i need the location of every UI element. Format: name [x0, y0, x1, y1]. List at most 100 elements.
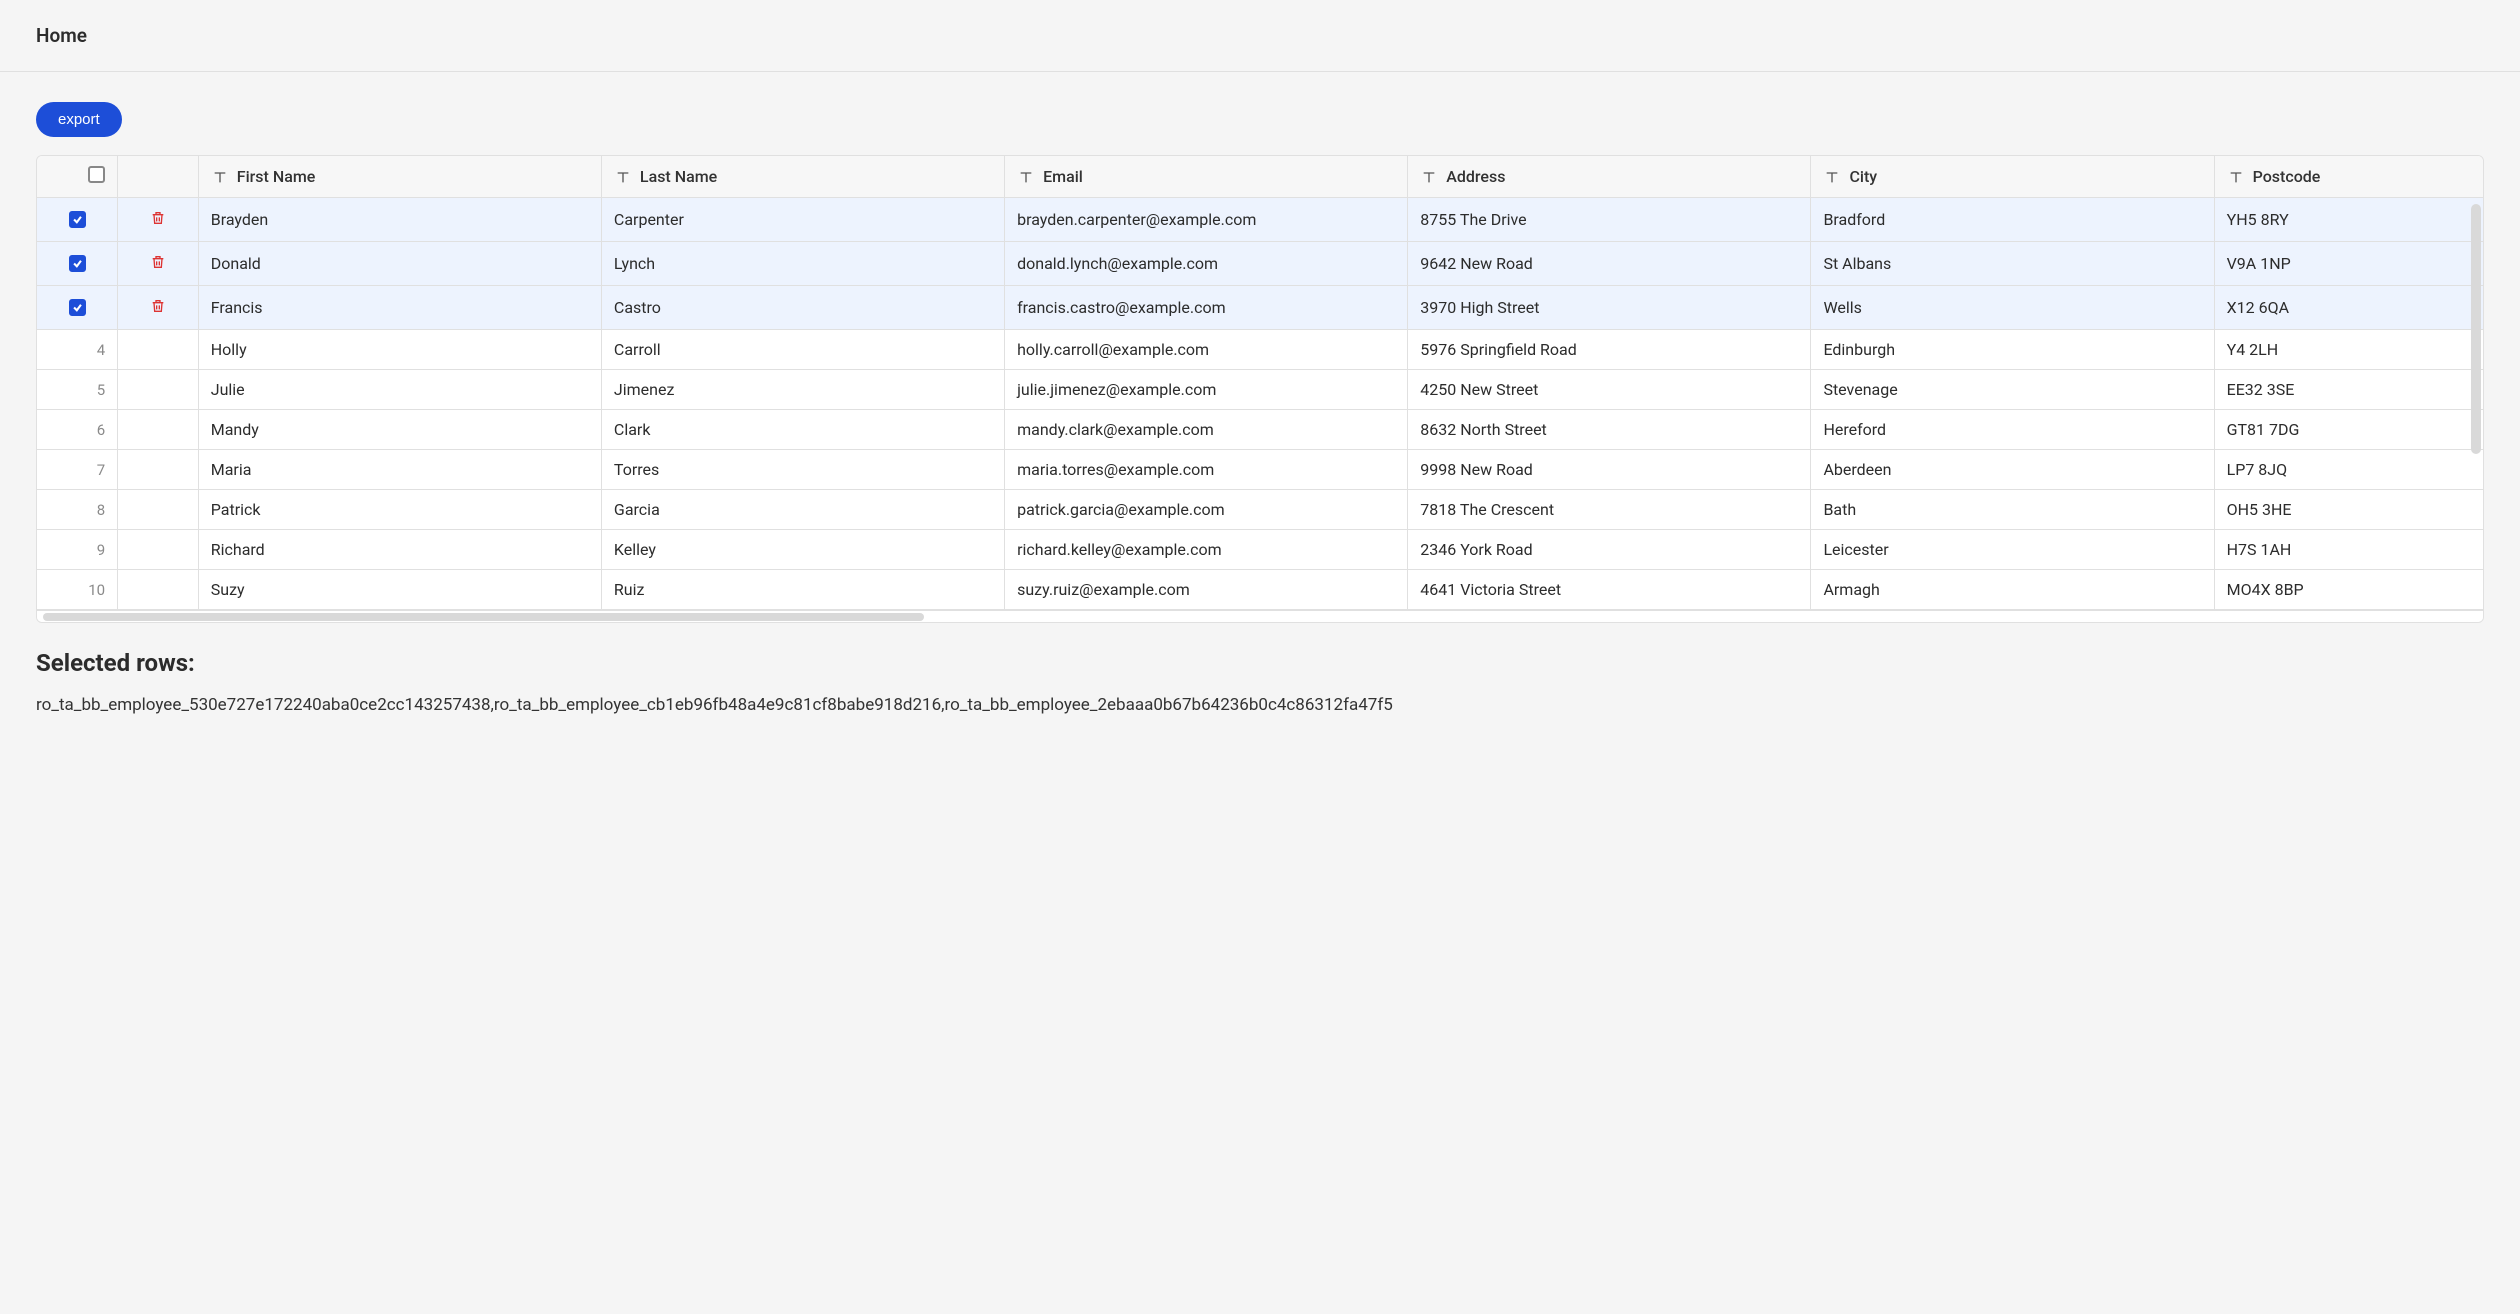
- cell-postcode[interactable]: V9A 1NP: [2214, 242, 2483, 286]
- cell-address[interactable]: 8632 North Street: [1408, 410, 1811, 450]
- column-header-email[interactable]: Email: [1005, 156, 1408, 198]
- cell-last-name[interactable]: Jimenez: [601, 370, 1004, 410]
- table-row[interactable]: 7 MariaTorresmaria.torres@example.com9998…: [37, 450, 2483, 490]
- cell-city[interactable]: Armagh: [1811, 570, 2214, 610]
- cell-first-name[interactable]: Holly: [198, 330, 601, 370]
- column-header-city[interactable]: City: [1811, 156, 2214, 198]
- cell-postcode[interactable]: GT81 7DG: [2214, 410, 2483, 450]
- cell-address[interactable]: 7818 The Crescent: [1408, 490, 1811, 530]
- export-button[interactable]: export: [36, 102, 122, 137]
- table-row[interactable]: FrancisCastrofrancis.castro@example.com3…: [37, 286, 2483, 330]
- cell-postcode[interactable]: LP7 8JQ: [2214, 450, 2483, 490]
- row-actions-cell: [118, 198, 199, 242]
- row-index-cell: 6: [37, 410, 118, 450]
- cell-address[interactable]: 3970 High Street: [1408, 286, 1811, 330]
- cell-address[interactable]: 2346 York Road: [1408, 530, 1811, 570]
- column-header-postcode[interactable]: Postcode: [2214, 156, 2483, 198]
- row-checkbox[interactable]: [69, 211, 86, 228]
- cell-email[interactable]: holly.carroll@example.com: [1005, 330, 1408, 370]
- cell-email[interactable]: suzy.ruiz@example.com: [1005, 570, 1408, 610]
- cell-city[interactable]: Aberdeen: [1811, 450, 2214, 490]
- column-header-address[interactable]: Address: [1408, 156, 1811, 198]
- cell-address[interactable]: 4250 New Street: [1408, 370, 1811, 410]
- cell-first-name[interactable]: Mandy: [198, 410, 601, 450]
- cell-email[interactable]: patrick.garcia@example.com: [1005, 490, 1408, 530]
- cell-first-name[interactable]: Brayden: [198, 198, 601, 242]
- cell-postcode[interactable]: YH5 8RY: [2214, 198, 2483, 242]
- cell-postcode[interactable]: MO4X 8BP: [2214, 570, 2483, 610]
- cell-last-name[interactable]: Lynch: [601, 242, 1004, 286]
- cell-postcode[interactable]: OH5 3HE: [2214, 490, 2483, 530]
- cell-last-name[interactable]: Kelley: [601, 530, 1004, 570]
- cell-first-name[interactable]: Francis: [198, 286, 601, 330]
- cell-postcode[interactable]: EE32 3SE: [2214, 370, 2483, 410]
- row-checkbox[interactable]: [69, 299, 86, 316]
- cell-city[interactable]: Edinburgh: [1811, 330, 2214, 370]
- cell-first-name[interactable]: Suzy: [198, 570, 601, 610]
- cell-email[interactable]: brayden.carpenter@example.com: [1005, 198, 1408, 242]
- delete-row-button[interactable]: [148, 296, 168, 316]
- delete-row-button[interactable]: [148, 252, 168, 272]
- cell-last-name[interactable]: Clark: [601, 410, 1004, 450]
- cell-first-name[interactable]: Donald: [198, 242, 601, 286]
- row-index-cell: 8: [37, 490, 118, 530]
- cell-email[interactable]: maria.torres@example.com: [1005, 450, 1408, 490]
- horizontal-scrollbar[interactable]: [37, 610, 2483, 622]
- cell-address[interactable]: 5976 Springfield Road: [1408, 330, 1811, 370]
- cell-city[interactable]: Bradford: [1811, 198, 2214, 242]
- select-all-checkbox[interactable]: [88, 166, 105, 183]
- cell-email[interactable]: mandy.clark@example.com: [1005, 410, 1408, 450]
- table-row[interactable]: 10SuzyRuizsuzy.ruiz@example.com4641 Vict…: [37, 570, 2483, 610]
- cell-email[interactable]: francis.castro@example.com: [1005, 286, 1408, 330]
- cell-postcode[interactable]: H7S 1AH: [2214, 530, 2483, 570]
- cell-first-name[interactable]: Patrick: [198, 490, 601, 530]
- cell-last-name[interactable]: Carroll: [601, 330, 1004, 370]
- cell-last-name[interactable]: Garcia: [601, 490, 1004, 530]
- cell-address[interactable]: 4641 Victoria Street: [1408, 570, 1811, 610]
- cell-city[interactable]: Wells: [1811, 286, 2214, 330]
- column-header-first-name[interactable]: First Name: [198, 156, 601, 198]
- table-row[interactable]: 9 RichardKelleyrichard.kelley@example.com…: [37, 530, 2483, 570]
- cell-postcode[interactable]: Y4 2LH: [2214, 330, 2483, 370]
- cell-city[interactable]: Stevenage: [1811, 370, 2214, 410]
- table-row[interactable]: 5JulieJimenezjulie.jimenez@example.com42…: [37, 370, 2483, 410]
- cell-email[interactable]: julie.jimenez@example.com: [1005, 370, 1408, 410]
- horizontal-scrollbar-thumb[interactable]: [43, 613, 924, 621]
- cell-postcode[interactable]: X12 6QA: [2214, 286, 2483, 330]
- row-actions-cell: [118, 330, 199, 370]
- cell-city[interactable]: St Albans: [1811, 242, 2214, 286]
- column-label: Postcode: [2253, 167, 2321, 186]
- table-row[interactable]: 6 MandyClarkmandy.clark@example.com8632 N…: [37, 410, 2483, 450]
- cell-first-name[interactable]: Richard: [198, 530, 601, 570]
- cell-first-name[interactable]: Maria: [198, 450, 601, 490]
- cell-city[interactable]: Hereford: [1811, 410, 2214, 450]
- table-row[interactable]: 8 PatrickGarciapatrick.garcia@example.com…: [37, 490, 2483, 530]
- cell-city[interactable]: Bath: [1811, 490, 2214, 530]
- row-checkbox[interactable]: [69, 255, 86, 272]
- cell-address[interactable]: 9642 New Road: [1408, 242, 1811, 286]
- cell-city[interactable]: Leicester: [1811, 530, 2214, 570]
- cell-last-name[interactable]: Carpenter: [601, 198, 1004, 242]
- cell-email[interactable]: richard.kelley@example.com: [1005, 530, 1408, 570]
- cell-last-name[interactable]: Castro: [601, 286, 1004, 330]
- vertical-scrollbar[interactable]: [2471, 204, 2481, 454]
- row-number: 6: [97, 421, 105, 439]
- cell-address[interactable]: 9998 New Road: [1408, 450, 1811, 490]
- column-header-last-name[interactable]: Last Name: [601, 156, 1004, 198]
- row-actions-cell: [118, 570, 199, 610]
- table-row[interactable]: BraydenCarpenterbrayden.carpenter@exampl…: [37, 198, 2483, 242]
- text-type-icon: [1017, 168, 1035, 186]
- cell-email[interactable]: donald.lynch@example.com: [1005, 242, 1408, 286]
- cell-first-name[interactable]: Julie: [198, 370, 601, 410]
- cell-last-name[interactable]: Ruiz: [601, 570, 1004, 610]
- row-number: 9: [97, 541, 105, 559]
- row-actions-cell: [118, 242, 199, 286]
- table-row[interactable]: 4HollyCarrollholly.carroll@example.com59…: [37, 330, 2483, 370]
- table-row[interactable]: DonaldLynchdonald.lynch@example.com9642 …: [37, 242, 2483, 286]
- cell-last-name[interactable]: Torres: [601, 450, 1004, 490]
- text-type-icon: [2227, 168, 2245, 186]
- cell-address[interactable]: 8755 The Drive: [1408, 198, 1811, 242]
- delete-row-button[interactable]: [148, 208, 168, 228]
- column-label: First Name: [237, 167, 316, 186]
- row-index-cell: 7: [37, 450, 118, 490]
